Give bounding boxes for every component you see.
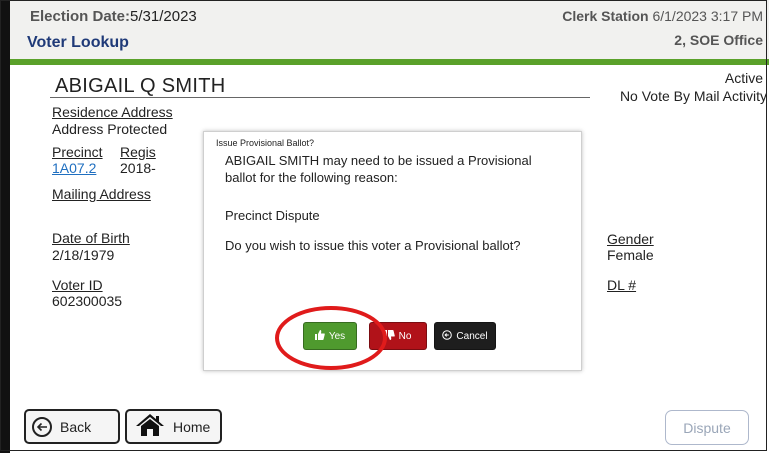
window-frame (0, 0, 767, 451)
